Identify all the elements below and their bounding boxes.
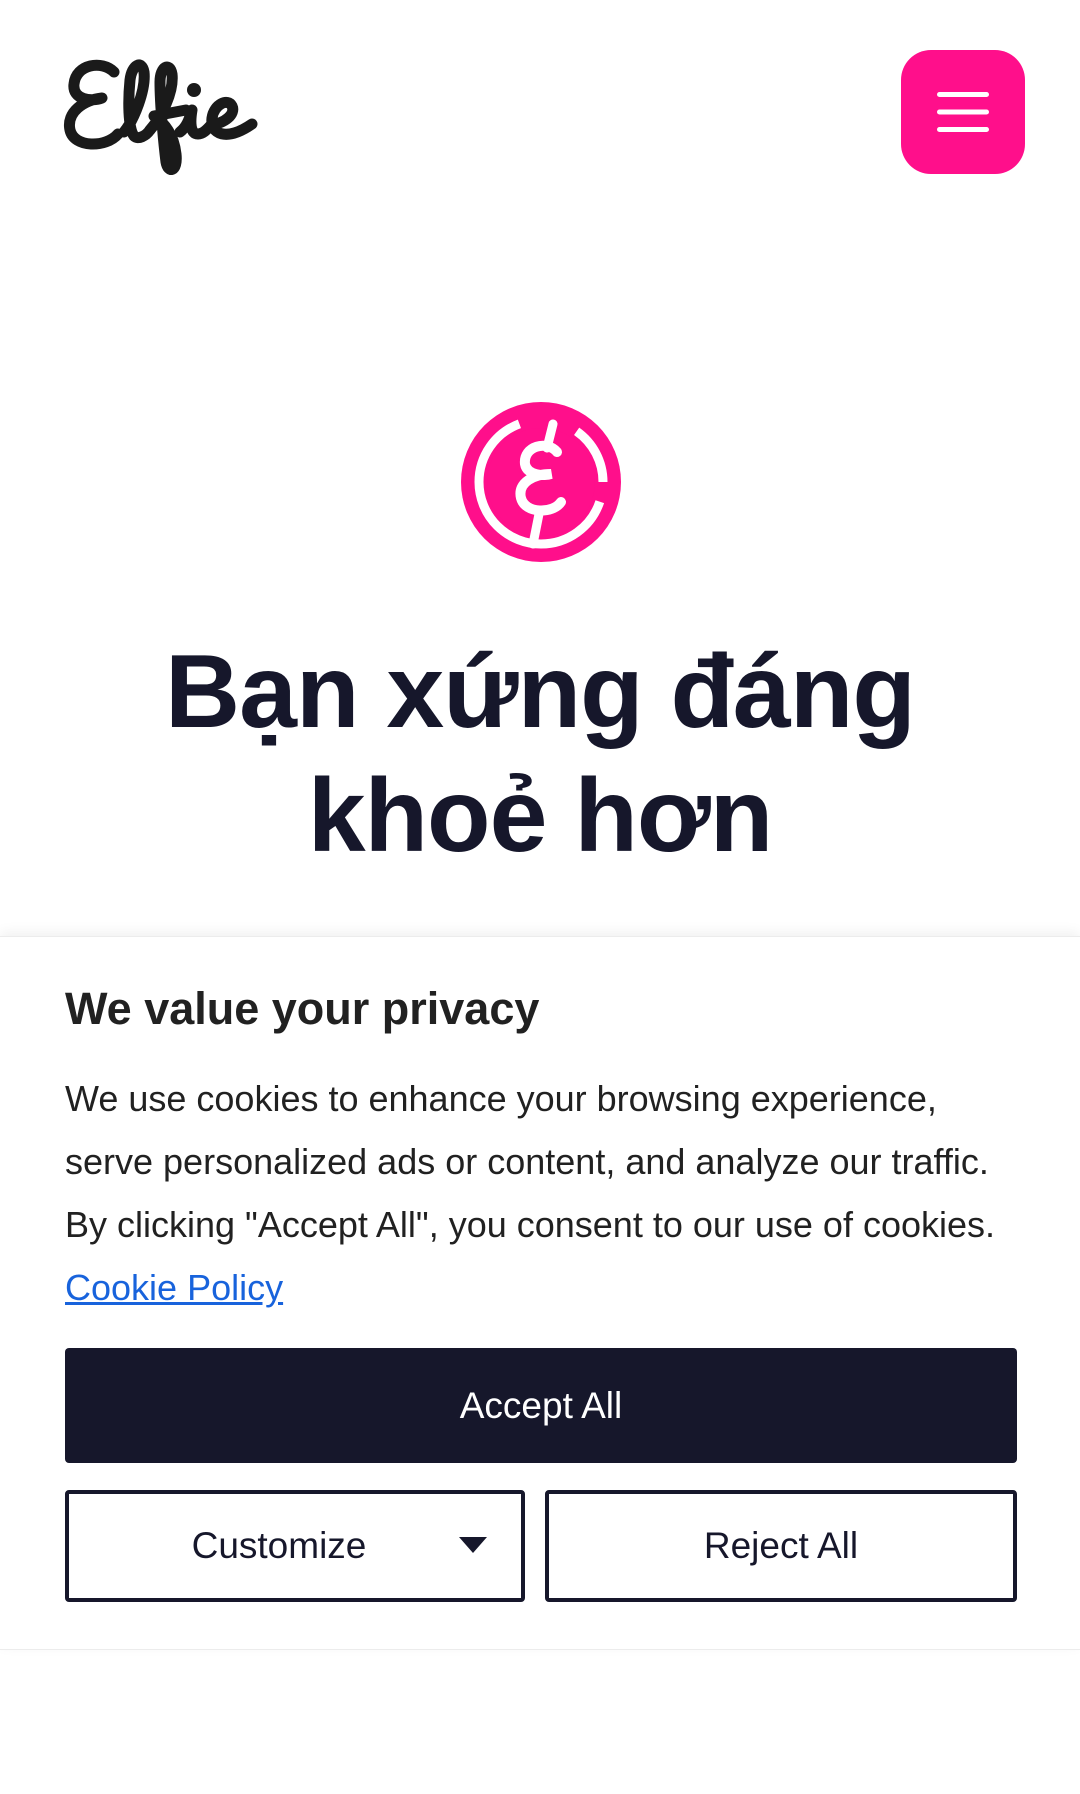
cookie-description: We use cookies to enhance your browsing … [65, 1067, 1025, 1319]
cookie-policy-link[interactable]: Cookie Policy [65, 1267, 283, 1308]
cookie-description-text: We use cookies to enhance your browsing … [65, 1078, 996, 1245]
reject-all-button[interactable]: Reject All [545, 1490, 1017, 1602]
menu-button[interactable] [901, 50, 1025, 174]
elfie-logo[interactable] [62, 50, 262, 175]
hamburger-menu-icon [937, 92, 989, 132]
cookie-title: We value your privacy [65, 983, 540, 1034]
cookie-consent-banner: We value your privacy We use cookies to … [0, 936, 1080, 1650]
elfie-e-circle-icon [461, 402, 621, 562]
customize-label: Customize [191, 1525, 367, 1566]
caret-down-icon [459, 1537, 487, 1553]
customize-button[interactable]: Customize [65, 1490, 525, 1602]
hero-title: Bạn xứng đáng khoẻ hơn [165, 634, 916, 874]
accept-all-button[interactable]: Accept All [65, 1348, 1017, 1463]
